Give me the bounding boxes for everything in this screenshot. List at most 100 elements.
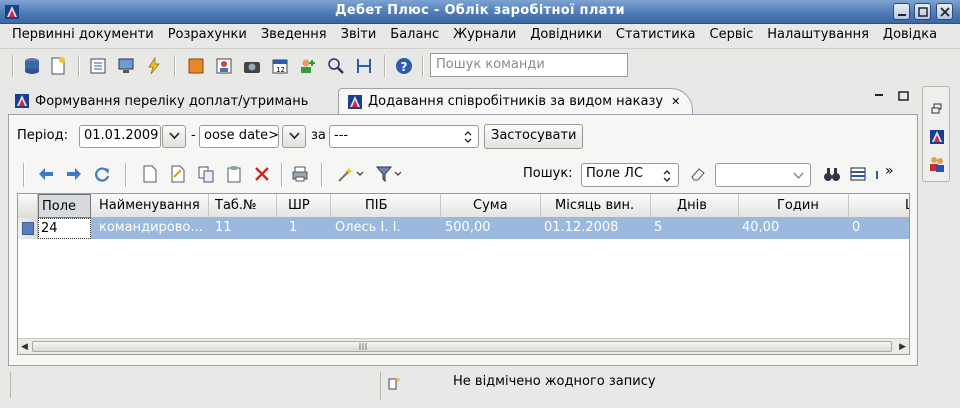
maximize-button[interactable] [914,3,931,20]
scroll-right-icon[interactable]: ▶ [899,342,906,352]
period-label: Період: [17,128,68,143]
help-icon[interactable]: ? [394,56,414,76]
minimize-view-icon[interactable] [872,90,894,102]
command-search-input[interactable]: Пошук команди [430,53,628,77]
more-chevron[interactable]: » [885,163,894,179]
user-card-icon[interactable] [214,56,234,76]
columns-icon[interactable] [849,165,867,183]
restore-view-icon[interactable] [931,103,943,115]
search-icon[interactable] [326,56,346,76]
eraser-icon[interactable] [689,165,707,183]
lightning-icon[interactable] [144,56,164,76]
add-user-icon[interactable] [298,56,318,76]
cell-field[interactable]: 24 [38,218,91,239]
new-record-icon[interactable] [141,165,159,183]
row-header-corner [18,194,38,218]
stop-icon[interactable] [186,56,206,76]
more-icon[interactable] [875,165,881,183]
svg-text:12: 12 [276,66,285,74]
database-icon[interactable] [22,56,42,76]
paste-record-icon[interactable] [225,165,243,183]
column-header-name[interactable]: Найменування [91,194,209,218]
menu-service[interactable]: Сервіс [703,24,761,47]
row-header[interactable] [18,218,38,239]
table-header: Поле Найменування Таб.№ ШР ПІБ Сума Міся… [18,194,909,218]
app-logo-icon[interactable] [929,129,945,145]
cell-days[interactable]: 5 [651,218,739,239]
horizontal-scrollbar[interactable]: ◀ ▶ [18,338,909,354]
column-header-days[interactable]: Днів [651,194,739,218]
column-header-field[interactable]: Поле [38,194,91,218]
cell-month[interactable]: 01.12.2008 [541,218,651,239]
maximize-view-icon[interactable] [898,90,910,102]
records-table: Поле Найменування Таб.№ ШР ПІБ Сума Міся… [17,193,910,355]
camera-icon[interactable] [242,56,262,76]
monitor-icon[interactable] [116,56,136,76]
date-from-dropdown[interactable] [162,125,186,148]
list-icon[interactable] [88,56,108,76]
content-panel: Період: 01.01.2009 - oose date> за --- З… [8,114,918,366]
column-header-hours[interactable]: Годин [739,194,849,218]
cell-name[interactable]: командирово... [91,218,209,239]
column-header-month[interactable]: Місяць вин. [541,194,651,218]
magic-wand-icon[interactable] [337,165,367,183]
filter-icon[interactable] [375,165,405,183]
app-logo-icon [348,94,362,109]
date-to-field[interactable]: oose date> [199,125,279,148]
for-label: за [311,128,326,143]
new-document-icon[interactable] [48,56,68,76]
refresh-icon[interactable] [93,165,111,183]
date-to-dropdown[interactable] [282,125,306,148]
for-select[interactable]: --- [329,125,479,148]
apply-button[interactable]: Застосувати [484,124,584,149]
copy-record-icon[interactable] [197,165,215,183]
period-filter: Період: 01.01.2009 - oose date> за --- З… [17,123,907,149]
menu-directories[interactable]: Довідники [523,24,609,47]
menu-journals[interactable]: Журнали [446,24,523,47]
tab-deductions-list[interactable]: Формування переліку доплат/утримань [8,88,338,114]
date-from-field[interactable]: 01.01.2009 [79,125,161,148]
cell-shr[interactable]: 1 [277,218,331,239]
status-left-section [10,372,375,398]
chevron-down-icon [289,132,300,140]
status-bar: Не відмічено жодного запису [0,370,960,408]
scroll-left-icon[interactable]: ◀ [21,342,28,352]
cell-tab-no[interactable]: 11 [209,218,277,239]
column-header-shr[interactable]: ШР [277,194,331,218]
delete-icon[interactable] [253,165,271,183]
chevron-down-icon [793,172,804,180]
calendar-icon[interactable]: 12 [270,56,290,76]
menu-settings[interactable]: Налаштування [760,24,876,47]
edit-record-icon[interactable] [169,165,187,183]
menu-summaries[interactable]: Зведення [254,24,334,47]
arrow-left-icon[interactable] [37,165,55,183]
cell-amount[interactable]: 500,00 [441,218,541,239]
grip-icon [359,343,367,350]
close-icon [940,7,950,17]
menu-statistics[interactable]: Статистика [609,24,703,47]
table-row[interactable]: 24 командирово... 11 1 Олесь І. І. 500,0… [18,218,909,239]
column-header-full-name[interactable]: ПІБ [331,194,441,218]
cell-full-name[interactable]: Олесь І. І. [331,218,441,239]
close-window-button[interactable] [936,3,953,20]
column-header-extra[interactable]: Ш [849,194,909,218]
close-tab-icon[interactable]: ✕ [671,95,680,108]
scroll-thumb[interactable] [32,341,892,352]
menu-calculations[interactable]: Розрахунки [161,24,254,47]
cell-hours[interactable]: 40,00 [739,218,849,239]
view-controls [872,90,910,106]
menu-balance[interactable]: Баланс [383,24,446,47]
print-icon[interactable] [291,165,309,183]
minimize-button[interactable] [893,3,910,20]
column-header-tab-no[interactable]: Таб.№ [209,194,277,218]
arrow-right-icon[interactable] [65,165,83,183]
users-icon[interactable] [928,155,946,173]
menu-primary-docs[interactable]: Первинні документи [0,24,161,47]
column-header-amount[interactable]: Сума [441,194,541,218]
width-icon[interactable] [354,56,374,76]
binoculars-icon[interactable] [823,165,841,183]
menu-reports[interactable]: Звіти [334,24,384,47]
cell-extra[interactable]: 0 [849,218,909,239]
menu-help[interactable]: Довідка [876,24,944,47]
tab-add-employees[interactable]: Додавання співробітників за видом наказу… [338,88,693,114]
